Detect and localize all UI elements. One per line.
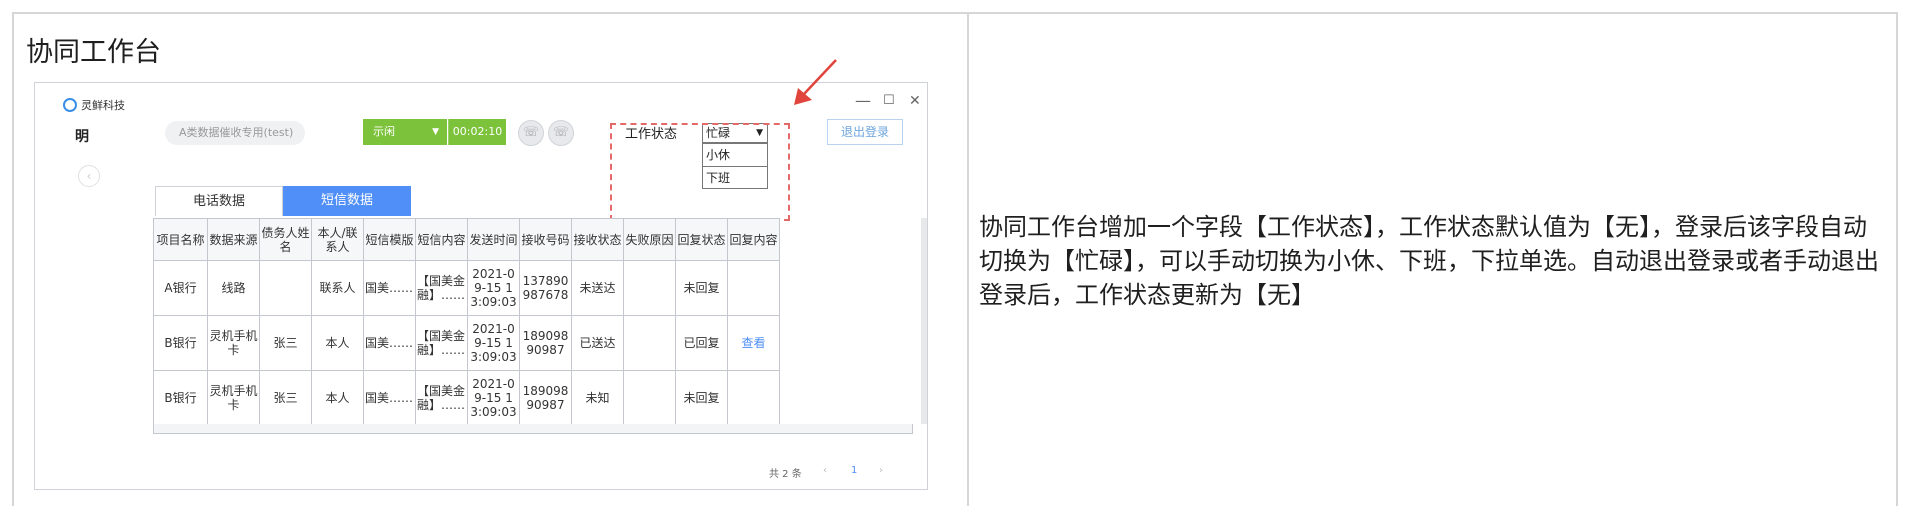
column-header: 项目名称 [153, 218, 208, 261]
table-cell: 联系人 [311, 260, 364, 316]
table-cell: 张三 [259, 315, 312, 371]
table-cell: 灵机手机卡 [207, 315, 260, 371]
table-cell: 国美…… [363, 315, 416, 371]
table-cell: 线路 [207, 260, 260, 316]
table-header-row: 项目名称 数据来源 债务人姓名 本人/联系人 短信模版 短信内容 发送时间 接收… [153, 218, 780, 261]
call-timer: 00:02:10 [448, 119, 506, 145]
table-cell: 【国美金融】…… [415, 370, 468, 426]
column-header: 本人/联系人 [311, 218, 364, 261]
requirement-description: 协同工作台增加一个字段【工作状态】，工作状态默认值为【无】，登录后该字段自动切换… [979, 213, 1879, 309]
column-header: 回复内容 [727, 218, 780, 261]
table-cell: 未回复 [675, 260, 728, 316]
vertical-scrollbar[interactable] [921, 218, 927, 424]
table-cell: 已送达 [571, 315, 624, 371]
table-cell: 本人 [311, 315, 364, 371]
table-cell: 本人 [311, 370, 364, 426]
table-cell: A银行 [153, 260, 208, 316]
table-cell: 【国美金融】…… [415, 315, 468, 371]
column-header: 失败原因 [623, 218, 676, 261]
table-cell: 已回复 [675, 315, 728, 371]
table-cell [623, 315, 676, 371]
table-cell [727, 260, 780, 316]
annotation-highlight [610, 123, 790, 221]
maximize-icon[interactable]: ☐ [883, 93, 895, 108]
column-header: 债务人姓名 [259, 218, 312, 261]
column-header: 接收号码 [519, 218, 572, 261]
workbench-screenshot: 灵鲜科技 — ☐ ✕ 明 A类数据催收专用(test) 示闲 ▼ 00:02:1… [34, 82, 928, 490]
table-cell [727, 370, 780, 426]
table-cell: 未送达 [571, 260, 624, 316]
logout-button[interactable]: 退出登录 [827, 119, 903, 145]
minimize-icon[interactable]: — [855, 91, 871, 110]
table-cell [259, 260, 312, 316]
agent-status-label: 示闲 [373, 125, 395, 138]
table-cell: 国美…… [363, 260, 416, 316]
project-select[interactable]: A类数据催收专用(test) [165, 121, 305, 145]
table-cell: 未知 [571, 370, 624, 426]
table-cell: 国美…… [363, 370, 416, 426]
table-cell: 【国美金融】…… [415, 260, 468, 316]
brand-name: 灵鲜科技 [81, 99, 125, 112]
chevron-down-icon: ▼ [432, 127, 439, 137]
table-row: B银行 灵机手机卡 张三 本人 国美…… 【国美金融】…… 2021-09-15… [153, 370, 780, 426]
close-icon[interactable]: ✕ [909, 93, 921, 109]
table-cell: 18909890987 [519, 370, 572, 426]
pager-total: 共 2 条 [769, 469, 802, 480]
table-cell: 2021-09-15 13:09:03 [467, 370, 520, 426]
table-cell: B银行 [153, 370, 208, 426]
agent-status-button[interactable]: 示闲 ▼ [363, 119, 447, 145]
tab-sms-data[interactable]: 短信数据 [283, 186, 411, 216]
table-cell [623, 260, 676, 316]
column-header: 短信模版 [363, 218, 416, 261]
column-header: 数据来源 [207, 218, 260, 261]
table-row: B银行 灵机手机卡 张三 本人 国美…… 【国美金融】…… 2021-09-15… [153, 315, 780, 371]
table-row: A银行 线路 联系人 国美…… 【国美金融】…… 2021-09-15 13:0… [153, 260, 780, 316]
column-header: 短信内容 [415, 218, 468, 261]
table-cell [623, 370, 676, 426]
user-name: 明 [75, 129, 89, 145]
app-brand: 灵鲜科技 [63, 97, 125, 113]
tab-phone-data[interactable]: 电话数据 [155, 186, 283, 216]
prev-page-icon[interactable]: ‹ [823, 465, 827, 476]
table-cell: 2021-09-15 13:09:03 [467, 260, 520, 316]
table-cell: 张三 [259, 370, 312, 426]
brand-logo-icon [63, 98, 77, 112]
column-divider [967, 14, 969, 506]
call-icon[interactable]: ☏ [518, 120, 544, 146]
table-cell: 137890987678 [519, 260, 572, 316]
view-reply-link[interactable]: 查看 [727, 315, 780, 371]
horizontal-scrollbar[interactable] [153, 424, 913, 434]
spec-table: 协同工作台 灵鲜科技 — ☐ ✕ 明 A类数据催收专用(test) 示闲 ▼ 0… [12, 12, 1898, 506]
pager-current-page[interactable]: 1 [851, 465, 857, 476]
next-page-icon[interactable]: › [879, 465, 883, 476]
column-header: 接收状态 [571, 218, 624, 261]
table-cell: 18909890987 [519, 315, 572, 371]
column-header: 回复状态 [675, 218, 728, 261]
table-cell: B银行 [153, 315, 208, 371]
sms-table: 项目名称 数据来源 债务人姓名 本人/联系人 短信模版 短信内容 发送时间 接收… [153, 218, 780, 426]
section-title: 协同工作台 [26, 37, 161, 68]
table-cell: 未回复 [675, 370, 728, 426]
hangup-icon[interactable]: ☏ [548, 120, 574, 146]
column-header: 发送时间 [467, 218, 520, 261]
table-cell: 灵机手机卡 [207, 370, 260, 426]
back-icon[interactable]: ‹ [78, 165, 100, 187]
table-cell: 2021-09-15 13:09:03 [467, 315, 520, 371]
